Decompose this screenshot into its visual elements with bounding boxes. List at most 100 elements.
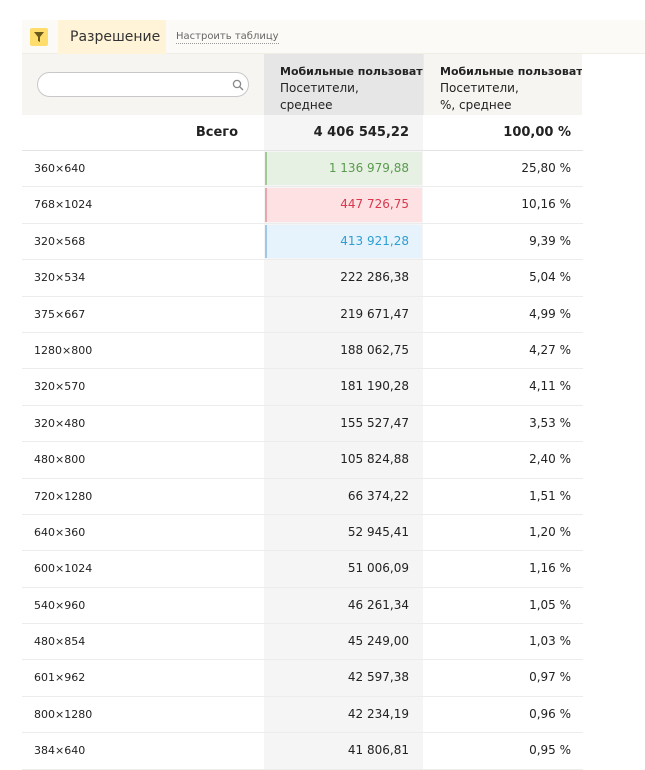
visitors-cell: 51 006,09: [264, 551, 423, 587]
visitors-value: 42 234,19: [347, 706, 409, 721]
share-cell: 4,11 %: [529, 379, 571, 394]
visitors-cell: 447 726,75: [264, 187, 423, 223]
table-row[interactable]: 640×360 52 945,41 1,20 %: [22, 514, 583, 552]
table-row[interactable]: 375×667 219 671,47 4,99 %: [22, 296, 583, 333]
report-toolbar: Разрешение Настроить таблицу: [0, 0, 645, 54]
resolution-cell: 480×800: [34, 453, 86, 467]
share-cell: 2,40 %: [529, 452, 571, 467]
visitors-cell: 222 286,38: [264, 260, 423, 296]
visitors-cell: 105 824,88: [264, 442, 423, 478]
visitors-cell: 52 945,41: [264, 514, 423, 551]
share-cell: 0,96 %: [529, 706, 571, 721]
visitors-value: 42 597,38: [347, 670, 409, 685]
total-label: Всего: [195, 125, 238, 140]
table-header: Мобильные пользоватe Посетители, среднее…: [22, 54, 583, 115]
resolution-cell: 320×570: [34, 380, 86, 394]
resolution-cell: 800×1280: [34, 707, 93, 721]
share-cell: 1,05 %: [529, 597, 571, 612]
visitors-value: 155 527,47: [340, 415, 409, 430]
visitors-cell: 155 527,47: [264, 405, 423, 442]
share-cell: 10,16 %: [521, 197, 571, 212]
search-input[interactable]: [37, 72, 249, 97]
visitors-value: 51 006,09: [347, 561, 409, 576]
total-visitors: 4 406 545,22: [264, 115, 423, 150]
resolution-cell: 600×1024: [34, 562, 93, 576]
report-table: Мобильные пользоватe Посетители, среднее…: [22, 54, 583, 770]
table-row[interactable]: 601×962 42 597,38 0,97 %: [22, 660, 583, 697]
resolution-cell: 320×568: [34, 234, 86, 248]
column-header-visitors-share[interactable]: Мобильные пользоватe Посетители, %, сред…: [423, 54, 582, 115]
column-subtitle: %, среднее: [440, 98, 512, 112]
visitors-value: 413 921,28: [340, 233, 409, 248]
visitors-value: 219 671,47: [340, 306, 409, 321]
table-body: 360×640 1 136 979,88 25,80 % 768×1024 447 72…: [22, 151, 583, 770]
resolution-cell: 540×960: [34, 598, 86, 612]
total-row: Всего 4 406 545,22 100,00 %: [22, 115, 583, 151]
table-row[interactable]: 540×960 46 261,34 1,05 %: [22, 587, 583, 625]
configure-table-link[interactable]: Настроить таблицу: [176, 30, 279, 44]
table-row[interactable]: 720×1280 66 374,22 1,51 %: [22, 478, 583, 515]
column-title: Мобильные пользоватe: [440, 65, 582, 78]
visitors-cell: 413 921,28: [264, 223, 423, 260]
share-cell: 1,51 %: [529, 488, 571, 503]
visitors-value: 52 945,41: [347, 524, 409, 539]
share-cell: 1,20 %: [529, 524, 571, 539]
resolution-cell: 384×640: [34, 744, 86, 758]
resolution-cell: 320×480: [34, 416, 86, 430]
filter-button[interactable]: [30, 28, 48, 46]
table-row[interactable]: 1280×800 188 062,75 4,27 %: [22, 332, 583, 370]
share-cell: 1,03 %: [529, 634, 571, 649]
resolution-cell: 768×1024: [34, 198, 93, 212]
table-row[interactable]: 320×534 222 286,38 5,04 %: [22, 260, 583, 297]
column-subtitle: среднее: [280, 98, 333, 112]
resolution-cell: 1280×800: [34, 343, 93, 357]
share-cell: 3,53 %: [529, 415, 571, 430]
resolution-cell: 375×667: [34, 307, 86, 321]
visitors-value: 46 261,34: [347, 597, 409, 612]
visitors-value: 188 062,75: [340, 342, 409, 357]
visitors-cell: 45 249,00: [264, 624, 423, 660]
resolution-cell: 320×534: [34, 271, 86, 285]
share-cell: 4,99 %: [529, 306, 571, 321]
visitors-value: 41 806,81: [347, 743, 409, 758]
total-share: 100,00 %: [503, 125, 571, 140]
share-cell: 1,16 %: [529, 561, 571, 576]
table-row[interactable]: 800×1280 42 234,19 0,96 %: [22, 696, 583, 734]
column-title: Мобильные пользоватe: [280, 65, 423, 78]
visitors-value: 222 286,38: [340, 270, 409, 285]
column-header-visitors[interactable]: Мобильные пользоватe Посетители, среднее: [264, 54, 423, 115]
visitors-cell: 188 062,75: [264, 332, 423, 369]
share-cell: 0,95 %: [529, 743, 571, 758]
table-row[interactable]: 320×568 413 921,28 9,39 %: [22, 223, 583, 261]
visitors-value: 66 374,22: [347, 488, 409, 503]
table-row[interactable]: 360×640 1 136 979,88 25,80 %: [22, 151, 583, 188]
table-row[interactable]: 384×640 41 806,81 0,95 %: [22, 733, 583, 770]
share-cell: 0,97 %: [529, 670, 571, 685]
search-icon[interactable]: [232, 79, 244, 91]
share-cell: 4,27 %: [529, 342, 571, 357]
table-row[interactable]: 320×570 181 190,28 4,11 %: [22, 369, 583, 406]
table-row[interactable]: 600×1024 51 006,09 1,16 %: [22, 551, 583, 588]
visitors-cell: 1 136 979,88: [264, 151, 423, 187]
share-cell: 5,04 %: [529, 270, 571, 285]
visitors-cell: 42 597,38: [264, 660, 423, 696]
dimension-tab-resolution[interactable]: Разрешение: [58, 20, 166, 54]
share-cell: 25,80 %: [521, 161, 571, 175]
table-empty-area: [583, 54, 645, 764]
column-subtitle: Посетители,: [280, 81, 359, 95]
table-row[interactable]: 480×854 45 249,00 1,03 %: [22, 624, 583, 661]
resolution-cell: 640×360: [34, 525, 86, 539]
table-row[interactable]: 320×480 155 527,47 3,53 %: [22, 405, 583, 443]
share-cell: 9,39 %: [529, 233, 571, 248]
visitors-value: 181 190,28: [340, 379, 409, 394]
filter-icon: [34, 32, 44, 42]
resolution-cell: 360×640: [34, 162, 86, 175]
table-row[interactable]: 480×800 105 824,88 2,40 %: [22, 442, 583, 479]
visitors-cell: 42 234,19: [264, 696, 423, 733]
resolution-cell: 601×962: [34, 671, 86, 685]
resolution-cell: 720×1280: [34, 489, 93, 503]
visitors-cell: 219 671,47: [264, 296, 423, 332]
table-row[interactable]: 768×1024 447 726,75 10,16 %: [22, 187, 583, 224]
visitors-cell: 41 806,81: [264, 733, 423, 769]
visitors-cell: 46 261,34: [264, 587, 423, 624]
